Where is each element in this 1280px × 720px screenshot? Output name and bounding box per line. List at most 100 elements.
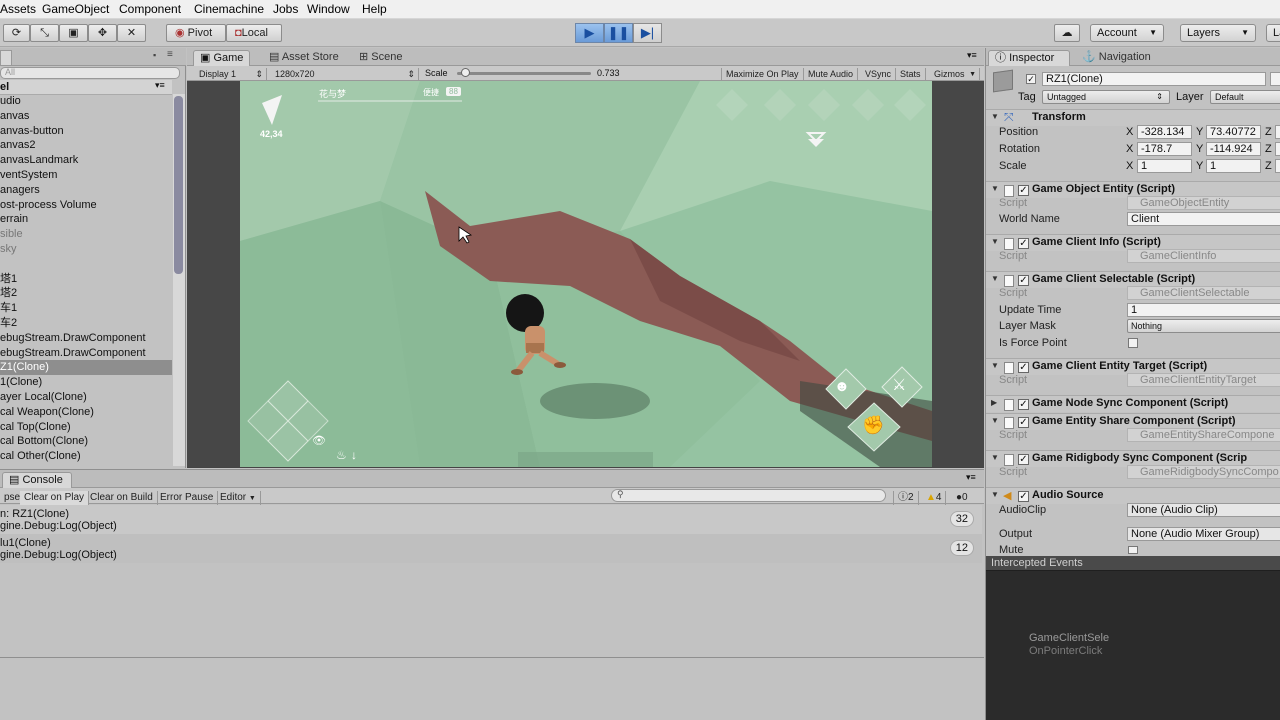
audio-clip-field[interactable]: None (Audio Clip) [1127,503,1280,517]
maximize-on-play-toggle[interactable]: Maximize On Play [721,68,804,82]
menu-icon[interactable]: ≡ [167,49,173,60]
scale-tool-button[interactable]: ⤡ [30,24,59,42]
hierarchy-item[interactable]: anvas2 [0,138,172,153]
script-field[interactable]: GameObjectEntity [1127,196,1280,210]
mute-checkbox[interactable] [1128,546,1138,554]
mute-audio-toggle[interactable]: Mute Audio [804,68,859,82]
hierarchy-item[interactable] [0,257,172,272]
enabled-checkbox[interactable]: ✓ [1018,399,1029,410]
eye-icon[interactable]: 👁 [312,434,326,447]
menu-window[interactable]: Window [307,2,350,16]
hierarchy-item[interactable]: anagers [0,183,172,198]
custom-tool-button[interactable]: ✕ [117,24,146,42]
scene-menu-icon[interactable]: ▾≡ [155,80,165,91]
output-field[interactable]: None (Audio Mixer Group) [1127,527,1280,541]
is-force-point-checkbox[interactable] [1128,338,1138,348]
character-icon[interactable]: ☻ [834,378,850,395]
scale-z-field[interactable] [1275,159,1280,173]
local-button[interactable]: ◘Local [226,24,282,42]
rotation-x-field[interactable]: -178.7 [1137,142,1192,156]
clear-on-play-button[interactable]: Clear on Play [20,491,90,505]
enabled-checkbox[interactable]: ✓ [1018,491,1029,502]
hierarchy-item[interactable]: 1(Clone) [0,375,172,390]
panel-menu-icon[interactable]: ▾≡ [967,50,977,61]
tab-inspector[interactable]: ⓘ Inspector [988,50,1070,66]
tab-console[interactable]: ▤ Console [2,472,72,488]
menu-assets[interactable]: Assets [0,2,36,16]
tag-dropdown[interactable]: Untagged ⇕ [1042,90,1170,104]
enabled-checkbox[interactable]: ✓ [1018,185,1029,196]
pause-button[interactable]: ❚❚ [604,23,633,43]
enabled-checkbox[interactable]: ✓ [1018,454,1029,465]
gizmos-dropdown[interactable]: Gizmos ▼ [930,68,980,82]
layout-dropdown[interactable]: La [1266,24,1280,42]
menu-gameobject[interactable]: GameObject [42,2,109,16]
component-header[interactable]: ▼ ◀ ✓ Audio Source [986,487,1280,504]
hierarchy-tab[interactable] [0,50,12,66]
hierarchy-item[interactable]: Z1(Clone) [0,360,172,376]
hierarchy-item[interactable]: sky [0,242,172,257]
hierarchy-scrollbar[interactable] [173,94,185,466]
console-search-input[interactable]: ⚲ [611,489,886,502]
pivot-button[interactable]: ◉ Pivot [166,24,226,42]
hierarchy-item[interactable]: cal Weapon(Clone) [0,405,172,420]
hierarchy-item[interactable]: anvas [0,109,172,124]
transform-header[interactable]: ▼ ⤧ Transform [986,109,1280,126]
update-time-field[interactable]: 1 [1127,303,1280,317]
script-field[interactable]: GameClientInfo [1127,249,1280,263]
scene-header-row[interactable]: el ▾≡ [0,80,172,95]
account-dropdown[interactable]: Account ▼ [1090,24,1164,42]
hierarchy-item[interactable]: ayer Local(Clone) [0,390,172,405]
layer-dropdown[interactable]: Default [1210,90,1280,104]
hierarchy-item[interactable]: ventSystem [0,168,172,183]
game-viewport[interactable]: 42,34 花与梦 便捷 88 ☻ ⚔ ✊ ♨ ↓ 👁 [240,81,932,467]
world-name-field[interactable]: Client [1127,212,1280,226]
enabled-checkbox[interactable]: ✓ [1018,417,1029,428]
script-field[interactable]: GameClientEntityTarget [1127,373,1280,387]
menu-help[interactable]: Help [362,2,387,16]
script-field[interactable]: GameRidigbodySyncCompo [1127,465,1280,479]
hierarchy-item[interactable]: 塔1 [0,272,172,287]
script-field[interactable]: GameEntityShareCompone [1127,428,1280,442]
down-arrow-icon[interactable]: ↓ [351,448,357,462]
console-splitter[interactable] [0,657,984,658]
menu-cinemachine[interactable]: Cinemachine [194,2,264,16]
rotate-tool-button[interactable]: ⟳ [3,24,30,42]
active-checkbox[interactable]: ✓ [1026,74,1036,84]
scale-x-field[interactable]: 1 [1137,159,1192,173]
scale-slider[interactable] [457,68,591,77]
lock-icon[interactable]: ▪ [153,50,156,60]
play-button[interactable]: ▶ [575,23,604,43]
display-dropdown[interactable]: Display 1 ⇕ [195,68,267,82]
hierarchy-item[interactable]: 车2 [0,316,172,331]
tab-navigation[interactable]: ⚓ Navigation [1076,50,1157,66]
stats-toggle[interactable]: Stats [896,68,926,82]
hierarchy-item[interactable]: cal Bottom(Clone) [0,434,172,449]
object-name-field[interactable]: RZ1(Clone) [1042,72,1266,86]
attack-icon[interactable]: ⚔ [892,375,906,395]
layer-mask-dropdown[interactable]: Nothing [1127,319,1280,333]
tab-scene[interactable]: ⊞ Scene [353,50,408,66]
panel-menu-icon[interactable]: ▾≡ [966,472,976,483]
warning-count-toggle[interactable]: ▲4 [922,491,947,505]
hierarchy-search-input[interactable]: All [0,67,180,79]
hierarchy-item[interactable]: 塔2 [0,286,172,301]
fire-icon[interactable]: ♨ [336,448,347,462]
hierarchy-item[interactable]: ebugStream.DrawComponent [0,346,172,361]
vsync-toggle[interactable]: VSync [861,68,897,82]
enabled-checkbox[interactable]: ✓ [1018,238,1029,249]
component-header[interactable]: ▶ ✓ Game Node Sync Component (Script) [986,395,1280,412]
resolution-dropdown[interactable]: 1280x720 ⇕ [271,68,419,82]
position-z-field[interactable] [1275,125,1280,139]
scale-y-field[interactable]: 1 [1206,159,1261,173]
hierarchy-item[interactable]: cal Top(Clone) [0,420,172,435]
step-button[interactable]: ▶| [633,23,662,43]
menu-jobs[interactable]: Jobs [273,2,298,16]
scale-slider-thumb[interactable] [461,68,471,77]
hierarchy-item[interactable]: errain [0,212,172,227]
tab-asset-store[interactable]: ▤ Asset Store [263,50,345,66]
hierarchy-item[interactable]: 车1 [0,301,172,316]
static-toggle[interactable] [1270,72,1280,86]
rotation-z-field[interactable] [1275,142,1280,156]
layers-dropdown[interactable]: Layers ▼ [1180,24,1256,42]
